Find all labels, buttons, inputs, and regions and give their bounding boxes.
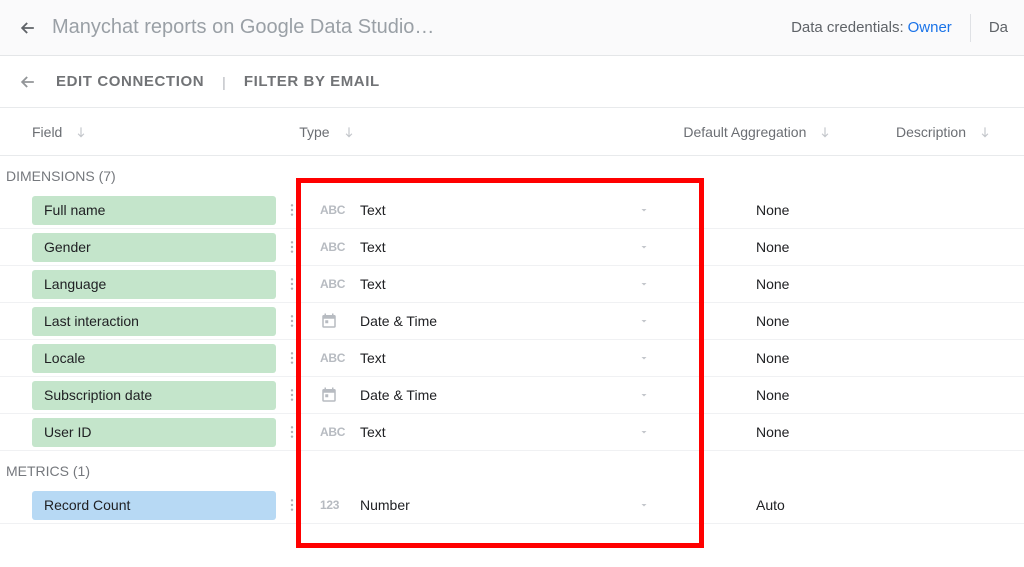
sort-arrow-icon <box>978 125 992 139</box>
field-chip[interactable]: Full name <box>32 196 276 225</box>
column-header-label: Description <box>896 124 966 140</box>
dropdown-caret-icon <box>638 278 650 290</box>
type-label: Text <box>360 424 638 440</box>
field-chip[interactable]: Record Count <box>32 491 276 520</box>
table-row: Language ABC Text None <box>0 266 1024 303</box>
more-options-button[interactable] <box>278 387 306 403</box>
table-row: Last interaction Date & Time None <box>0 303 1024 340</box>
credentials-label: Data credentials: <box>791 19 904 36</box>
dropdown-caret-icon <box>638 241 650 253</box>
type-label: Date & Time <box>360 313 638 329</box>
text-type-icon: ABC <box>320 351 346 365</box>
type-dropdown[interactable]: ABC Text <box>306 229 700 265</box>
dropdown-caret-icon <box>638 499 650 511</box>
aggregation-value[interactable]: Auto <box>700 497 918 513</box>
field-chip[interactable]: Locale <box>32 344 276 373</box>
field-chip[interactable]: Subscription date <box>32 381 276 410</box>
breadcrumb-separator: | <box>222 74 226 90</box>
column-header-label: Default Aggregation <box>683 124 806 140</box>
table-row: Locale ABC Text None <box>0 340 1024 377</box>
page-title: Manychat reports on Google Data Studio… <box>52 16 791 39</box>
type-label: Text <box>360 276 638 292</box>
text-type-icon: ABC <box>320 240 346 254</box>
column-header-label: Type <box>299 124 329 140</box>
aggregation-value[interactable]: None <box>700 276 918 292</box>
aggregation-value[interactable]: None <box>700 239 918 255</box>
column-header-type[interactable]: Type <box>299 124 683 140</box>
table-row: Full name ABC Text None <box>0 192 1024 229</box>
column-header-aggregation[interactable]: Default Aggregation <box>683 124 896 140</box>
type-label: Text <box>360 350 638 366</box>
sort-arrow-icon <box>342 125 356 139</box>
separator <box>970 14 971 42</box>
back-button[interactable] <box>16 16 40 40</box>
aggregation-value[interactable]: None <box>700 424 918 440</box>
sort-arrow-icon <box>74 125 88 139</box>
more-options-button[interactable] <box>278 202 306 218</box>
aggregation-value[interactable]: None <box>700 387 918 403</box>
field-chip[interactable]: Last interaction <box>32 307 276 336</box>
date-type-icon <box>320 312 346 330</box>
text-type-icon: ABC <box>320 203 346 217</box>
dropdown-caret-icon <box>638 389 650 401</box>
type-label: Text <box>360 239 638 255</box>
breadcrumb-filter-by-email[interactable]: FILTER BY EMAIL <box>244 73 380 90</box>
breadcrumb-back-button[interactable] <box>16 70 40 94</box>
date-type-icon <box>320 386 346 404</box>
truncated-label: Da <box>989 19 1008 36</box>
type-dropdown[interactable]: ABC Text <box>306 192 700 228</box>
column-header-description[interactable]: Description <box>896 124 992 140</box>
field-chip[interactable]: Language <box>32 270 276 299</box>
more-options-button[interactable] <box>278 350 306 366</box>
more-options-button[interactable] <box>278 276 306 292</box>
table-row: Subscription date Date & Time None <box>0 377 1024 414</box>
number-type-icon: 123 <box>320 498 346 512</box>
type-dropdown[interactable]: ABC Text <box>306 266 700 302</box>
table-row: User ID ABC Text None <box>0 414 1024 451</box>
dimensions-section-header: DIMENSIONS (7) <box>0 156 1024 192</box>
metrics-section-header: METRICS (1) <box>0 451 1024 487</box>
breadcrumb-edit-connection[interactable]: EDIT CONNECTION <box>56 73 204 90</box>
field-chip[interactable]: Gender <box>32 233 276 262</box>
more-options-button[interactable] <box>278 424 306 440</box>
aggregation-value[interactable]: None <box>700 350 918 366</box>
type-dropdown[interactable]: Date & Time <box>306 303 700 339</box>
owner-link[interactable]: Owner <box>908 19 952 36</box>
type-dropdown[interactable]: Date & Time <box>306 377 700 413</box>
type-label: Date & Time <box>360 387 638 403</box>
column-header-label: Field <box>32 124 62 140</box>
type-dropdown[interactable]: 123 Number <box>306 487 700 523</box>
table-row: Gender ABC Text None <box>0 229 1024 266</box>
dropdown-caret-icon <box>638 352 650 364</box>
more-options-button[interactable] <box>278 313 306 329</box>
type-dropdown[interactable]: ABC Text <box>306 340 700 376</box>
text-type-icon: ABC <box>320 277 346 291</box>
more-options-button[interactable] <box>278 239 306 255</box>
dropdown-caret-icon <box>638 315 650 327</box>
field-chip[interactable]: User ID <box>32 418 276 447</box>
more-options-button[interactable] <box>278 497 306 513</box>
table-row: Record Count 123 Number Auto <box>0 487 1024 524</box>
aggregation-value[interactable]: None <box>700 202 918 218</box>
type-label: Number <box>360 497 638 513</box>
sort-arrow-icon <box>818 125 832 139</box>
type-dropdown[interactable]: ABC Text <box>306 414 700 450</box>
dropdown-caret-icon <box>638 204 650 216</box>
text-type-icon: ABC <box>320 425 346 439</box>
aggregation-value[interactable]: None <box>700 313 918 329</box>
type-label: Text <box>360 202 638 218</box>
dropdown-caret-icon <box>638 426 650 438</box>
column-header-field[interactable]: Field <box>32 124 299 140</box>
